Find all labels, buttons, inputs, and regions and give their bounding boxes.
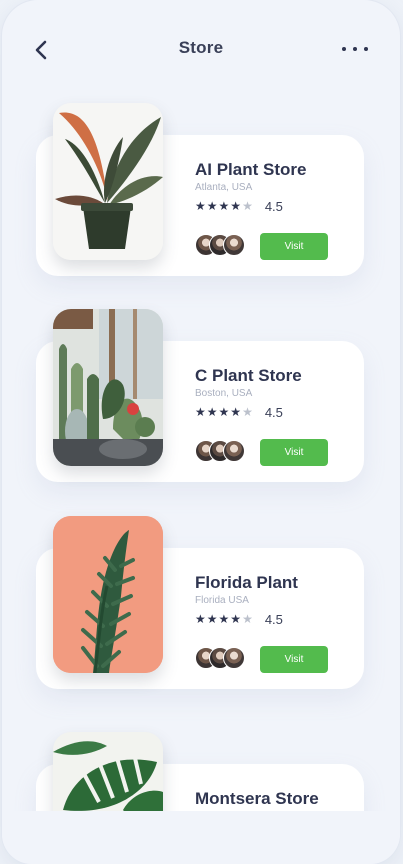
avatar (223, 234, 245, 256)
avatar (223, 440, 245, 462)
star-icon: ★ (218, 199, 230, 213)
more-horizontal-icon (342, 47, 368, 51)
store-location: Atlanta, USA (195, 182, 253, 193)
star-icon: ★ (195, 612, 206, 626)
star-icon: ★ (206, 199, 218, 213)
store-name: C Plant Store (195, 366, 302, 385)
star-empty-icon: ★ (242, 199, 253, 213)
star-icon: ★ (218, 405, 230, 419)
star-rating: ★ ★ ★ ★ ★ (195, 200, 253, 212)
store-card[interactable]: C Plant Store Boston, USA ★ ★ ★ ★ ★ 4.5 … (36, 309, 364, 482)
store-image (53, 516, 163, 673)
rating-value: 4.5 (264, 198, 283, 214)
star-rating: ★ ★ ★ ★ ★ (195, 613, 253, 625)
store-image (53, 103, 163, 260)
star-icon: ★ (230, 405, 242, 419)
star-rating: ★ ★ ★ ★ ★ (195, 406, 253, 418)
star-empty-icon: ★ (242, 405, 253, 419)
store-name: Montsera Store (195, 789, 319, 808)
avatar (223, 647, 245, 669)
more-button[interactable] (340, 42, 370, 56)
star-empty-icon: ★ (242, 612, 253, 626)
star-icon: ★ (218, 612, 230, 626)
star-icon: ★ (206, 405, 218, 419)
store-location: Florida USA (195, 595, 249, 606)
rating: ★ ★ ★ ★ ★ 4.5 (195, 611, 283, 627)
visit-button[interactable]: Visit (260, 439, 328, 466)
rating: ★ ★ ★ ★ ★ 4.5 (195, 404, 283, 420)
store-screen: Store AI Plant Store Atlanta, USA ★ ★ ★ … (2, 0, 400, 864)
star-icon: ★ (195, 199, 206, 213)
bottom-fade (2, 811, 400, 864)
visitor-avatars (195, 647, 247, 669)
star-icon: ★ (230, 612, 242, 626)
visitor-avatars (195, 234, 247, 256)
star-icon: ★ (230, 199, 242, 213)
visitor-avatars (195, 440, 247, 462)
star-icon: ★ (195, 405, 206, 419)
rating-value: 4.5 (264, 404, 283, 420)
store-card[interactable]: AI Plant Store Atlanta, USA ★ ★ ★ ★ ★ 4.… (36, 103, 364, 276)
store-image (53, 309, 163, 466)
visit-button[interactable]: Visit (260, 646, 328, 673)
store-name: Florida Plant (195, 573, 298, 592)
store-name: AI Plant Store (195, 160, 307, 179)
star-icon: ★ (206, 612, 218, 626)
header: Store (2, 30, 400, 70)
visit-button[interactable]: Visit (260, 233, 328, 260)
store-card[interactable]: Florida Plant Florida USA ★ ★ ★ ★ ★ 4.5 … (36, 516, 364, 689)
store-location: Boston, USA (195, 388, 253, 399)
rating-value: 4.5 (264, 611, 283, 627)
rating: ★ ★ ★ ★ ★ 4.5 (195, 198, 283, 214)
